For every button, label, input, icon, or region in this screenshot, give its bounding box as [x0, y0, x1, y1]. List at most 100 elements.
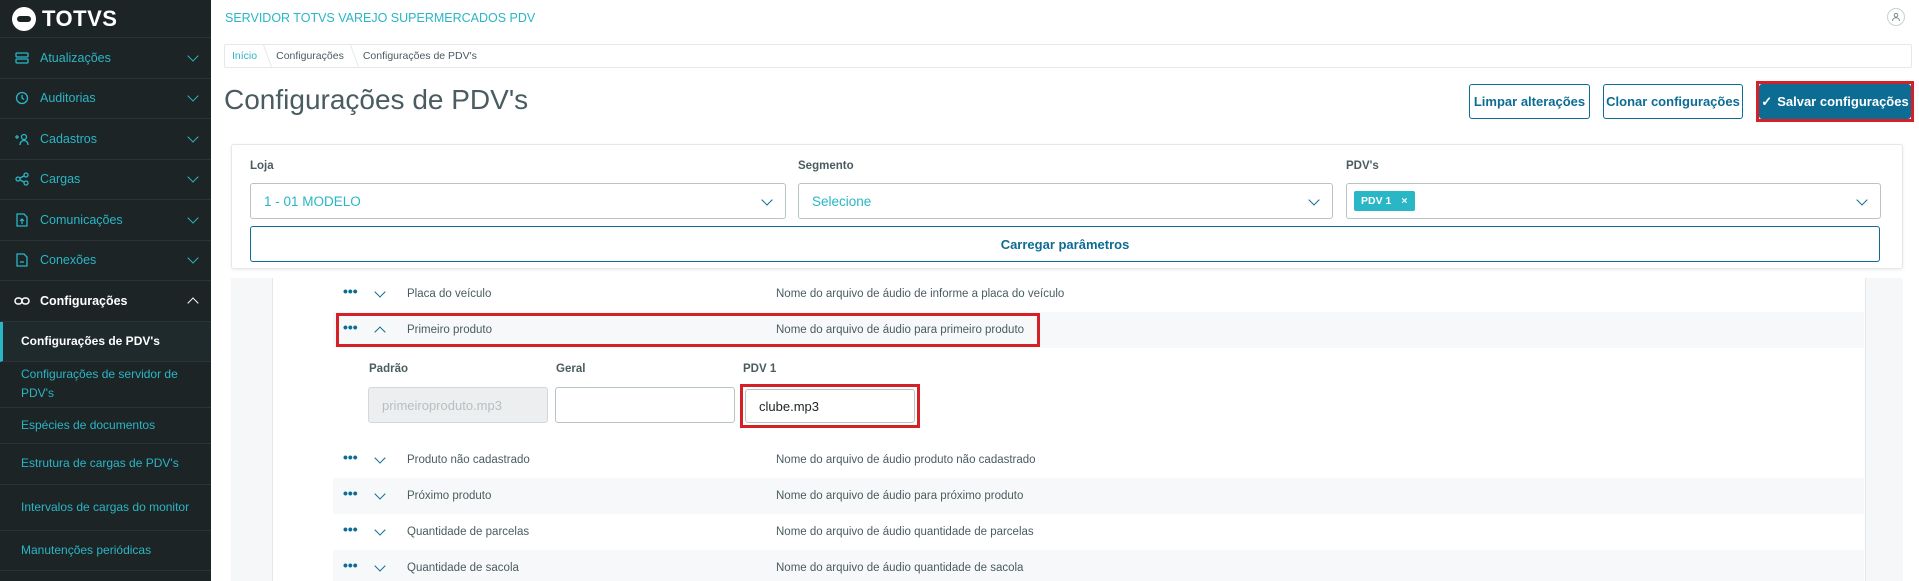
- share-icon: [14, 171, 30, 187]
- sidebar-item-cadastros[interactable]: Cadastros: [0, 119, 211, 160]
- server-icon: [14, 50, 30, 66]
- chevron-down-icon[interactable]: [374, 560, 386, 572]
- param-name: Produto não cadastrado: [407, 454, 530, 466]
- segmento-select[interactable]: Selecione: [798, 183, 1333, 219]
- chevron-down-icon: [761, 194, 773, 206]
- chevron-down-icon[interactable]: [374, 524, 386, 536]
- sidebar-item-atualizacoes[interactable]: Atualizações: [0, 38, 211, 79]
- sidebar-item-label: Cadastros: [40, 131, 97, 146]
- param-desc: Nome do arquivo de áudio quantidade de p…: [776, 526, 1034, 538]
- breadcrumb-current: Configurações de PDV's: [362, 50, 477, 62]
- padrao-field: primeiroproduto.mp3: [368, 387, 548, 423]
- padrao-value: primeiroproduto.mp3: [382, 397, 502, 413]
- more-options-icon[interactable]: •••: [343, 522, 361, 536]
- more-options-icon[interactable]: •••: [343, 284, 361, 298]
- sidebar-subitem-especies-documentos[interactable]: Espécies de documentos: [0, 408, 211, 444]
- param-desc: Nome do arquivo de áudio de informe a pl…: [776, 288, 1065, 300]
- sidebar-item-label: Atualizações: [40, 50, 111, 65]
- top-bar: SERVIDOR TOTVS VAREJO SUPERMERCADOS PDV: [211, 0, 1919, 36]
- sidebar-subitem-label: Manutenções periódicas: [21, 542, 152, 557]
- breadcrumb: Início Configurações Configurações de PD…: [224, 44, 1912, 68]
- param-row-placa: ••• Placa do veículo Nome do arquivo de …: [333, 276, 1864, 312]
- highlight-save-button: [1756, 81, 1914, 122]
- load-params-button[interactable]: Carregar parâmetros: [250, 226, 1880, 262]
- doc-upload-icon: [14, 212, 30, 228]
- param-desc: Nome do arquivo de áudio produto não cad…: [776, 454, 1036, 466]
- geral-field[interactable]: [555, 387, 735, 423]
- highlight-param-row: [336, 313, 1040, 347]
- chevron-down-icon: [187, 171, 199, 183]
- clear-changes-button[interactable]: Limpar alterações: [1469, 84, 1590, 119]
- sidebar-subitem-configuracoes-servidor[interactable]: Configurações de servidor de PDV's: [0, 362, 211, 408]
- param-name: Placa do veículo: [407, 288, 492, 300]
- sidebar-item-label: Comunicações: [40, 212, 123, 227]
- sidebar-subitem-label: Estrutura de cargas de PDV's: [21, 456, 179, 470]
- sidebar-subitem-configuracoes-pdvs[interactable]: Configurações de PDV's: [0, 321, 211, 362]
- param-desc: Nome do arquivo de áudio quantidade de s…: [776, 562, 1024, 574]
- page-title: Configurações de PDV's: [224, 84, 529, 115]
- more-options-icon[interactable]: •••: [343, 486, 361, 500]
- chevron-down-icon[interactable]: [374, 452, 386, 464]
- chevron-down-icon: [1308, 194, 1320, 206]
- sidebar-subitem-intervalos-cargas[interactable]: Intervalos de cargas do monitor: [0, 485, 211, 531]
- param-desc: Nome do arquivo de áudio para próximo pr…: [776, 490, 1024, 502]
- breadcrumb-configuracoes[interactable]: Configurações: [276, 50, 355, 62]
- sidebar-subitem-label: Espécies de documentos: [21, 417, 156, 432]
- sidebar-item-auditorias[interactable]: Auditorias: [0, 79, 211, 119]
- sidebar-subitem-estrutura-cargas[interactable]: Estrutura de cargas de PDV's: [0, 444, 211, 485]
- loja-value: 1 - 01 MODELO: [264, 193, 361, 209]
- chevron-down-icon[interactable]: [374, 286, 386, 298]
- pdv-tag[interactable]: PDV 1 ×: [1354, 191, 1415, 211]
- breadcrumb-home[interactable]: Início: [232, 50, 268, 62]
- chevron-down-icon: [1856, 194, 1868, 206]
- logo[interactable]: TOTVS: [0, 0, 211, 38]
- totvs-logo-icon: [12, 6, 36, 31]
- history-icon: [14, 90, 30, 106]
- segmento-value: Selecione: [812, 193, 872, 209]
- param-row-produto-nao-cadastrado: ••• Produto não cadastrado Nome do arqui…: [333, 442, 1864, 478]
- pdv-tag-label: PDV 1: [1361, 195, 1392, 207]
- sidebar-item-label: Configurações: [40, 293, 128, 308]
- sidebar-item-cargas[interactable]: Cargas: [0, 160, 211, 200]
- clone-config-button[interactable]: Clonar configurações: [1603, 84, 1743, 119]
- param-row-quantidade-parcelas: ••• Quantidade de parcelas Nome do arqui…: [333, 514, 1864, 550]
- highlight-pdv1-field: [740, 384, 920, 428]
- sidebar-subitem-label: Configurações de PDV's: [21, 333, 160, 348]
- param-name: Próximo produto: [407, 490, 492, 502]
- padrao-label: Padrão: [369, 363, 408, 375]
- pdvs-label: PDV's: [1346, 160, 1379, 172]
- sidebar-subitem-label: Intervalos de cargas do monitor: [21, 499, 190, 514]
- loja-select[interactable]: 1 - 01 MODELO: [250, 183, 786, 219]
- geral-label: Geral: [556, 363, 586, 375]
- segmento-label: Segmento: [798, 160, 854, 172]
- sidebar-item-conexoes[interactable]: Conexões: [0, 241, 211, 281]
- sidebar-item-label: Cargas: [40, 172, 81, 187]
- param-row-proximo-produto: ••• Próximo produto Nome do arquivo de á…: [333, 478, 1864, 514]
- chevron-down-icon: [187, 50, 199, 62]
- sidebar-subitem-manutencoes[interactable]: Manutenções periódicas: [0, 531, 211, 571]
- sidebar-item-label: Conexões: [40, 253, 97, 268]
- app-title: SERVIDOR TOTVS VAREJO SUPERMERCADOS PDV: [225, 11, 536, 25]
- param-name: Quantidade de parcelas: [407, 526, 530, 538]
- user-icon[interactable]: [1887, 8, 1905, 26]
- loja-label: Loja: [250, 160, 274, 172]
- param-name: Quantidade de sacola: [407, 562, 519, 574]
- sidebar-item-comunicacoes[interactable]: Comunicações: [0, 200, 211, 241]
- logo-text: TOTVS: [42, 5, 118, 31]
- add-user-icon: [14, 131, 30, 147]
- close-icon[interactable]: ×: [1401, 195, 1407, 207]
- sidebar: TOTVS Atualizações Auditorias Cadastros …: [0, 0, 211, 581]
- more-options-icon[interactable]: •••: [343, 558, 361, 572]
- param-row-quantidade-sacola: ••• Quantidade de sacola Nome do arquivo…: [333, 550, 1864, 581]
- chevron-down-icon[interactable]: [374, 488, 386, 500]
- doc-link-icon: [14, 252, 30, 268]
- sidebar-item-label: Auditorias: [40, 91, 96, 106]
- chevron-up-icon: [187, 297, 199, 309]
- pdvs-select[interactable]: PDV 1 ×: [1346, 183, 1881, 219]
- sidebar-item-configuracoes[interactable]: Configurações: [0, 281, 211, 322]
- pdv1-label: PDV 1: [743, 363, 777, 375]
- more-options-icon[interactable]: •••: [343, 450, 361, 464]
- sidebar-subitem-label: Configurações de servidor de PDV's: [21, 367, 178, 400]
- chevron-down-icon: [187, 252, 199, 264]
- chevron-down-icon: [187, 212, 199, 224]
